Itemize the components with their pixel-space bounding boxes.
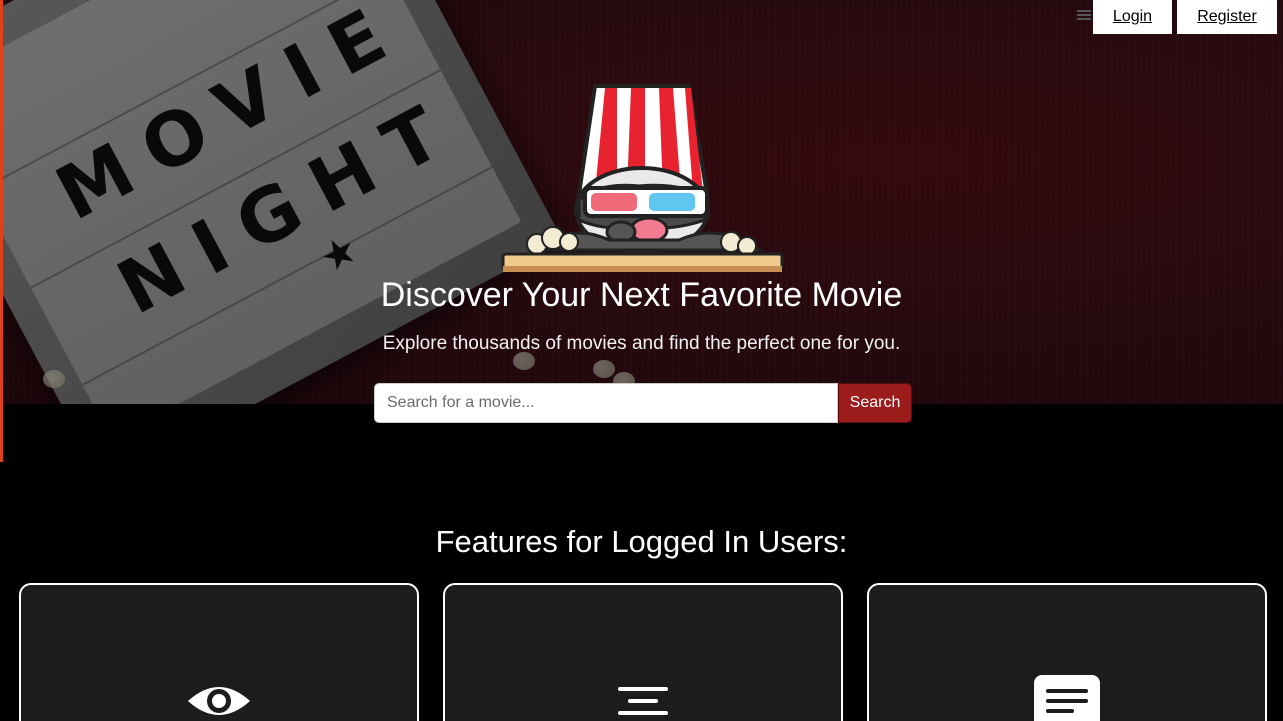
hero-title: Discover Your Next Favorite Movie xyxy=(380,276,903,314)
search-input[interactable] xyxy=(374,383,838,423)
message-lines-icon xyxy=(1034,675,1100,721)
feature-card-watchlist[interactable] xyxy=(19,583,419,721)
align-center-icon xyxy=(618,687,668,715)
search-button[interactable]: Search xyxy=(838,383,912,423)
register-link[interactable]: Register xyxy=(1177,0,1277,34)
menu-icon[interactable] xyxy=(1077,10,1091,20)
features-heading: Features for Logged In Users: xyxy=(435,524,848,559)
top-nav: Login Register xyxy=(1093,0,1277,34)
hero-subtitle: Explore thousands of movies and find the… xyxy=(382,333,901,354)
popcorn-raccoon-mascot-logo xyxy=(501,84,784,272)
search-form: Search xyxy=(374,383,912,423)
feature-card-reviews[interactable] xyxy=(867,583,1267,721)
eye-icon xyxy=(188,687,250,715)
left-accent-bar xyxy=(0,0,3,462)
feature-card-lists[interactable] xyxy=(443,583,843,721)
login-link[interactable]: Login xyxy=(1093,0,1172,34)
